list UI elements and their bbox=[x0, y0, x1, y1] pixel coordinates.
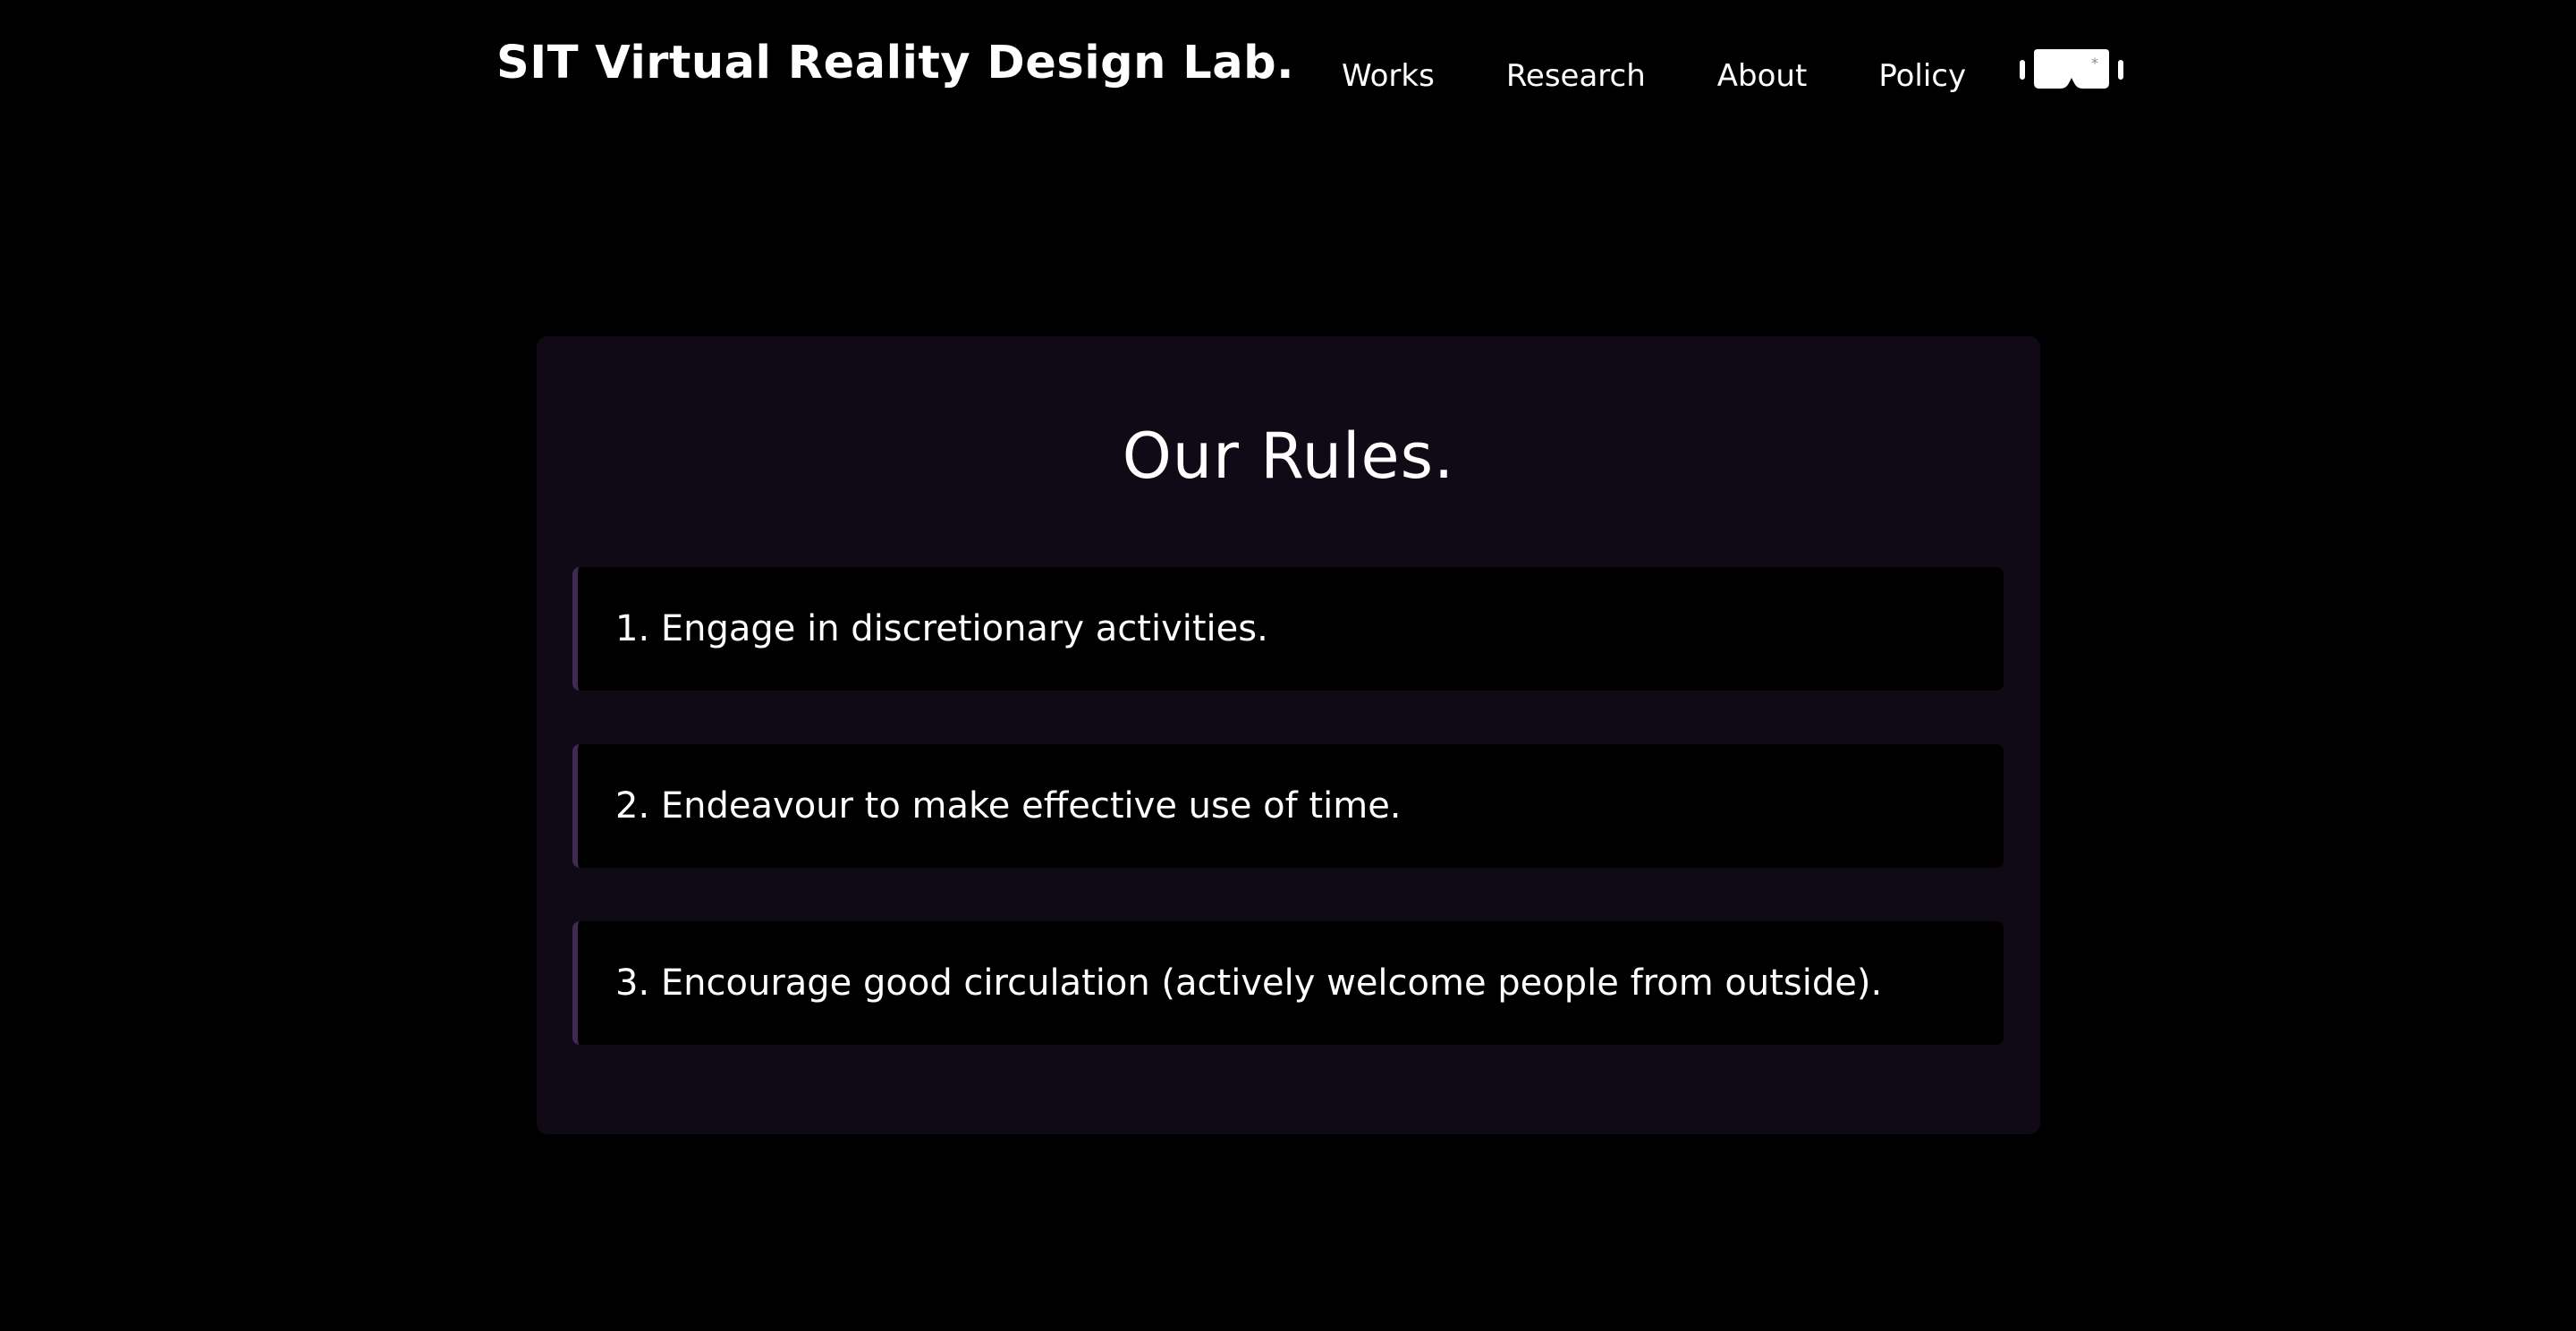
main-nav: Works Research About Policy bbox=[1342, 47, 1966, 106]
nav-link-research[interactable]: Research bbox=[1506, 47, 1646, 106]
nav-link-about[interactable]: About bbox=[1717, 47, 1808, 106]
rules-list: 1. Engage in discretionary activities. 2… bbox=[572, 567, 2004, 1098]
rule-item-2: 2. Endeavour to make effective use of ti… bbox=[572, 744, 2004, 868]
rules-card: Our Rules. 1. Engage in discretionary ac… bbox=[537, 336, 2040, 1134]
site-title[interactable]: SIT Virtual Reality Design Lab. bbox=[496, 29, 1294, 98]
rule-item-1: 1. Engage in discretionary activities. bbox=[572, 567, 2004, 691]
vr-headset-icon[interactable]: * bbox=[2020, 49, 2123, 94]
nav-link-works[interactable]: Works bbox=[1342, 47, 1435, 106]
nav-link-policy[interactable]: Policy bbox=[1878, 47, 1966, 106]
rule-item-3: 3. Encourage good circulation (actively … bbox=[572, 921, 2004, 1045]
page: SIT Virtual Reality Design Lab. Works Re… bbox=[0, 0, 2576, 1331]
rules-title: Our Rules. bbox=[1122, 420, 1455, 493]
svg-text:*: * bbox=[2091, 55, 2098, 72]
